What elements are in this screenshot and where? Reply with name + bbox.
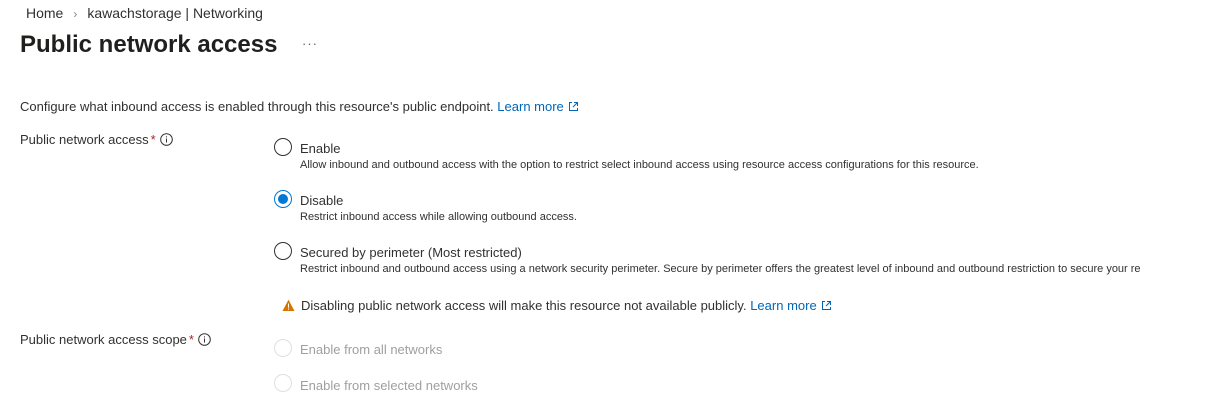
learn-more-link[interactable]: Learn more [497,99,578,114]
info-icon[interactable] [159,133,173,146]
more-options-button[interactable]: ··· [302,36,318,51]
required-marker: * [150,132,156,147]
radio-disable[interactable] [274,190,292,208]
radio-secured-by-perimeter[interactable] [274,242,292,260]
breadcrumb-current-link[interactable]: kawachstorage | Networking [87,5,263,21]
warning-learn-more-label: Learn more [750,298,817,313]
external-link-icon [821,301,831,310]
breadcrumb-home-link[interactable]: Home [26,5,63,21]
option-secured-by-perimeter-label: Secured by perimeter (Most restricted) [300,245,522,260]
scope-label-text: Public network access scope [20,332,187,347]
warning-text: Disabling public network access will mak… [301,298,747,313]
description-text: Configure what inbound access is enabled… [20,99,494,114]
public-network-access-label-text: Public network access [20,132,149,147]
page-title: Public network access [20,31,278,58]
option-secured-by-perimeter-description: Restrict inbound and outbound access usi… [300,263,1141,275]
required-marker: * [188,332,194,347]
radio-enable-selected-networks[interactable] [274,374,292,392]
option-enable-all-networks-label: Enable from all networks [300,342,443,357]
warning-icon [282,299,295,311]
option-enable-description: Allow inbound and outbound access with t… [300,159,979,171]
learn-more-label: Learn more [497,99,564,114]
option-disable-label: Disable [300,193,344,208]
radio-enable[interactable] [274,138,292,156]
external-link-icon [568,102,578,111]
description: Configure what inbound access is enabled… [20,99,579,114]
option-enable-label: Enable [300,141,341,156]
option-disable-description: Restrict inbound access while allowing o… [300,211,577,223]
breadcrumb: Home › kawachstorage | Networking [26,5,263,21]
warning-message: Disabling public network access will mak… [282,298,832,313]
option-enable-selected-networks-label: Enable from selected networks [300,378,478,393]
public-network-access-scope-label: Public network access scope * [20,332,211,347]
warning-learn-more-link[interactable]: Learn more [750,298,831,313]
info-icon[interactable] [198,333,211,346]
radio-enable-all-networks[interactable] [274,339,292,357]
breadcrumb-separator: › [73,7,78,21]
public-network-access-label: Public network access * [20,132,173,147]
